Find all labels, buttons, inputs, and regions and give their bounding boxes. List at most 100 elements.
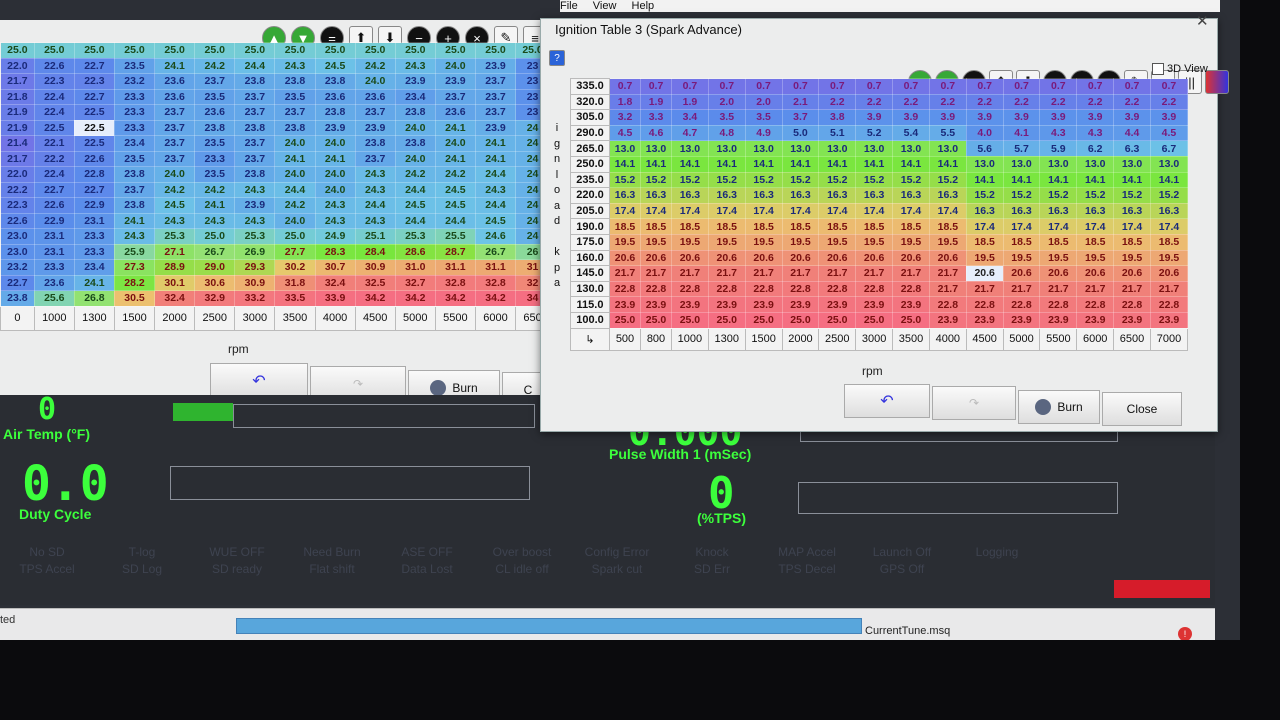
table-cell[interactable]: 22.8	[818, 280, 857, 298]
table-cell[interactable]: 24.0	[314, 166, 356, 183]
table-cell[interactable]: 24.1	[434, 150, 476, 167]
table-cell[interactable]: 25.6	[33, 290, 75, 307]
view3d-toggle[interactable]: 3D View	[1152, 63, 1208, 75]
table-cell[interactable]: 4.3	[1076, 124, 1115, 142]
table-cell[interactable]: 17.4	[1149, 218, 1189, 235]
table-cell[interactable]: 30.1	[154, 274, 196, 291]
table-cell[interactable]: 23.6	[154, 88, 196, 105]
table-cell[interactable]: 28.3	[314, 243, 356, 260]
table-cell[interactable]: 3.9	[1149, 109, 1189, 126]
table-cell[interactable]: 21.8	[0, 88, 35, 105]
table-cell[interactable]: 19.5	[640, 233, 672, 251]
color-icon[interactable]	[1205, 70, 1229, 94]
table-cell[interactable]: 20.6	[744, 249, 783, 267]
table-cell[interactable]: 15.2	[818, 171, 857, 189]
table-cell[interactable]: 23.6	[194, 104, 236, 121]
table-cell[interactable]: 5.4	[892, 124, 930, 142]
table-cell[interactable]: 28.2	[113, 274, 156, 291]
table-cell[interactable]: 24.2	[394, 166, 436, 183]
table-cell[interactable]: 2.2	[892, 93, 930, 111]
table-cell[interactable]: 21.7	[0, 73, 35, 90]
table-cell[interactable]: 21.7	[609, 265, 641, 282]
table-cell[interactable]: 14.1	[818, 155, 857, 173]
table-cell[interactable]: 14.1	[1076, 171, 1115, 189]
table-cell[interactable]: 24.2	[154, 181, 196, 198]
table-cell[interactable]: 25.0	[314, 42, 356, 59]
window-close-icon[interactable]: ✕	[1196, 12, 1209, 30]
table-cell[interactable]: 0.7	[1002, 78, 1041, 95]
table-cell[interactable]: 23.9	[474, 57, 517, 74]
table-cell[interactable]: 23.7	[474, 73, 517, 90]
table-cell[interactable]: 28.4	[354, 243, 396, 260]
left-undo-button[interactable]: ↶	[210, 363, 308, 399]
table-cell[interactable]: 3.2	[609, 109, 641, 126]
table-cell[interactable]: 31.8	[274, 274, 316, 291]
table-cell[interactable]: 24.5	[314, 57, 356, 74]
table-cell[interactable]: 25.0	[154, 42, 196, 59]
table-cell[interactable]: 19.5	[928, 233, 967, 251]
table-cell[interactable]: 22.7	[73, 88, 115, 105]
table-cell[interactable]: 4.5	[609, 124, 641, 142]
rpm-bin[interactable]: 6000	[1076, 327, 1115, 351]
load-bin[interactable]: 305.0	[570, 109, 610, 126]
table-cell[interactable]: 24.1	[474, 135, 517, 152]
table-cell[interactable]: 13.0	[640, 140, 672, 157]
table-cell[interactable]: 24.3	[354, 181, 396, 198]
table-cell[interactable]: 25.0	[640, 311, 672, 329]
table-cell[interactable]: 23.8	[394, 135, 436, 152]
table-cell[interactable]: 20.6	[965, 265, 1004, 282]
table-cell[interactable]: 27.1	[154, 243, 196, 260]
table-cell[interactable]: 25.0	[474, 42, 517, 59]
table-cell[interactable]: 16.3	[1039, 202, 1078, 220]
table-cell[interactable]: 15.2	[965, 187, 1004, 204]
table-cell[interactable]: 3.9	[965, 109, 1004, 126]
table-cell[interactable]: 21.7	[640, 265, 672, 282]
table-cell[interactable]: 24.0	[274, 135, 316, 152]
table-cell[interactable]: 4.5	[1149, 124, 1189, 142]
table-cell[interactable]: 2.2	[1002, 93, 1041, 111]
rpm-bin[interactable]: 5000	[394, 305, 436, 331]
table-cell[interactable]: 30.2	[274, 259, 316, 276]
rpm-bin[interactable]: 1000	[671, 327, 709, 351]
table-cell[interactable]: 24.0	[354, 73, 396, 90]
table-cell[interactable]: 34.2	[474, 290, 517, 307]
table-cell[interactable]: 22.8	[73, 166, 115, 183]
table-cell[interactable]: 15.2	[671, 171, 709, 189]
table-cell[interactable]: 20.6	[640, 249, 672, 267]
table-cell[interactable]: 23.7	[354, 150, 396, 167]
table-cell[interactable]: 23.3	[194, 150, 236, 167]
table-cell[interactable]: 21.7	[707, 265, 746, 282]
table-cell[interactable]: 25.0	[194, 42, 236, 59]
table-cell[interactable]: 32.7	[394, 274, 436, 291]
table-cell[interactable]: 16.3	[855, 187, 894, 204]
table-cell[interactable]: 19.5	[744, 233, 783, 251]
table-cell[interactable]: 16.3	[1002, 202, 1041, 220]
table-cell[interactable]: 29.3	[234, 259, 276, 276]
table-cell[interactable]: 0.7	[609, 78, 641, 95]
table-cell[interactable]: 23.6	[434, 104, 476, 121]
table-cell[interactable]: 23.9	[609, 296, 641, 313]
table-cell[interactable]: 2.0	[707, 93, 746, 111]
table-cell[interactable]: 4.9	[744, 124, 783, 142]
rpm-bin[interactable]: 2000	[154, 305, 196, 331]
rpm-bin[interactable]: 1300	[73, 305, 115, 331]
table-cell[interactable]: 18.5	[609, 218, 641, 235]
table-cell[interactable]: 14.1	[892, 155, 930, 173]
table-cell[interactable]: 16.3	[965, 202, 1004, 220]
table-cell[interactable]: 4.7	[671, 124, 709, 142]
rpm-bin[interactable]: 3500	[274, 305, 316, 331]
table-cell[interactable]: 14.1	[1002, 171, 1041, 189]
load-bin[interactable]: 115.0	[570, 296, 610, 313]
table-cell[interactable]: 19.5	[1039, 249, 1078, 267]
table-cell[interactable]: 23.9	[1113, 311, 1151, 329]
table-cell[interactable]: 14.1	[855, 155, 894, 173]
table-cell[interactable]: 2.2	[965, 93, 1004, 111]
table-cell[interactable]: 23.8	[113, 197, 156, 214]
table-cell[interactable]: 23.9	[394, 73, 436, 90]
table-cell[interactable]: 24.4	[394, 181, 436, 198]
table-cell[interactable]: 22.8	[1113, 296, 1151, 313]
table-cell[interactable]: 19.5	[781, 233, 820, 251]
table-cell[interactable]: 0.7	[671, 78, 709, 95]
table-cell[interactable]: 13.0	[892, 140, 930, 157]
table-cell[interactable]: 17.4	[609, 202, 641, 220]
